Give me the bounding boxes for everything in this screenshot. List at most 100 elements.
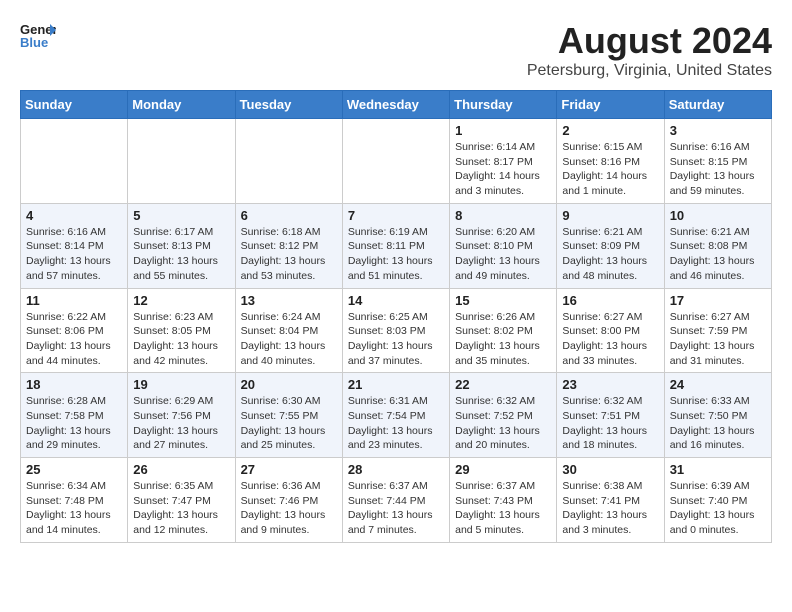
day-detail: Sunrise: 6:26 AM Sunset: 8:02 PM Dayligh…	[455, 310, 551, 369]
day-number: 9	[562, 208, 658, 223]
day-cell: 14Sunrise: 6:25 AM Sunset: 8:03 PM Dayli…	[342, 288, 449, 373]
day-detail: Sunrise: 6:21 AM Sunset: 8:09 PM Dayligh…	[562, 225, 658, 284]
day-detail: Sunrise: 6:35 AM Sunset: 7:47 PM Dayligh…	[133, 479, 229, 538]
day-detail: Sunrise: 6:24 AM Sunset: 8:04 PM Dayligh…	[241, 310, 337, 369]
day-number: 5	[133, 208, 229, 223]
day-cell: 10 Sunrise: 6:21 AM Sunset: 8:08 PM Dayli…	[664, 203, 771, 288]
day-number: 25	[26, 462, 122, 477]
day-detail: Sunrise: 6:32 AM Sunset: 7:51 PM Dayligh…	[562, 394, 658, 453]
day-cell: 8 Sunrise: 6:20 AM Sunset: 8:10 PM Daylig…	[450, 203, 557, 288]
day-cell: 9 Sunrise: 6:21 AM Sunset: 8:09 PM Daylig…	[557, 203, 664, 288]
day-cell: 27Sunrise: 6:36 AM Sunset: 7:46 PM Dayli…	[235, 458, 342, 543]
logo: General Blue	[20, 20, 56, 50]
day-number: 8	[455, 208, 551, 223]
day-cell: 13 Sunrise: 6:24 AM Sunset: 8:04 PM Dayli…	[235, 288, 342, 373]
day-cell: 31Sunrise: 6:39 AM Sunset: 7:40 PM Dayli…	[664, 458, 771, 543]
day-detail: Sunrise: 6:28 AM Sunset: 7:58 PM Dayligh…	[26, 394, 122, 453]
weekday-thursday: Thursday	[450, 91, 557, 119]
day-cell: 2Sunrise: 6:15 AM Sunset: 8:16 PM Daylig…	[557, 119, 664, 204]
day-detail: Sunrise: 6:16 AM Sunset: 8:14 PM Dayligh…	[26, 225, 122, 284]
day-detail: Sunrise: 6:17 AM Sunset: 8:13 PM Dayligh…	[133, 225, 229, 284]
day-detail: Sunrise: 6:38 AM Sunset: 7:41 PM Dayligh…	[562, 479, 658, 538]
day-cell: 5 Sunrise: 6:17 AM Sunset: 8:13 PM Daylig…	[128, 203, 235, 288]
day-cell	[342, 119, 449, 204]
week-row-2: 4 Sunrise: 6:16 AM Sunset: 8:14 PM Daylig…	[21, 203, 772, 288]
day-number: 1	[455, 123, 551, 138]
day-number: 3	[670, 123, 766, 138]
day-number: 4	[26, 208, 122, 223]
day-detail: Sunrise: 6:25 AM Sunset: 8:03 PM Dayligh…	[348, 310, 444, 369]
day-number: 13	[241, 293, 337, 308]
day-cell: 25 Sunrise: 6:34 AM Sunset: 7:48 PM Dayli…	[21, 458, 128, 543]
day-detail: Sunrise: 6:16 AM Sunset: 8:15 PM Dayligh…	[670, 140, 766, 199]
day-detail: Sunrise: 6:15 AM Sunset: 8:16 PM Dayligh…	[562, 140, 658, 199]
day-cell: 26 Sunrise: 6:35 AM Sunset: 7:47 PM Dayli…	[128, 458, 235, 543]
logo-icon: General Blue	[20, 20, 56, 50]
day-detail: Sunrise: 6:37 AM Sunset: 7:43 PM Dayligh…	[455, 479, 551, 538]
day-cell: 16Sunrise: 6:27 AM Sunset: 8:00 PM Dayli…	[557, 288, 664, 373]
day-cell	[21, 119, 128, 204]
day-detail: Sunrise: 6:18 AM Sunset: 8:12 PM Dayligh…	[241, 225, 337, 284]
day-cell: 22 Sunrise: 6:32 AM Sunset: 7:52 PM Dayli…	[450, 373, 557, 458]
weekday-wednesday: Wednesday	[342, 91, 449, 119]
day-number: 7	[348, 208, 444, 223]
weekday-tuesday: Tuesday	[235, 91, 342, 119]
day-number: 18	[26, 377, 122, 392]
day-number: 16	[562, 293, 658, 308]
weekday-friday: Friday	[557, 91, 664, 119]
day-detail: Sunrise: 6:29 AM Sunset: 7:56 PM Dayligh…	[133, 394, 229, 453]
day-cell: 28Sunrise: 6:37 AM Sunset: 7:44 PM Dayli…	[342, 458, 449, 543]
weekday-sunday: Sunday	[21, 91, 128, 119]
day-number: 29	[455, 462, 551, 477]
day-detail: Sunrise: 6:19 AM Sunset: 8:11 PM Dayligh…	[348, 225, 444, 284]
day-detail: Sunrise: 6:30 AM Sunset: 7:55 PM Dayligh…	[241, 394, 337, 453]
day-cell: 23 Sunrise: 6:32 AM Sunset: 7:51 PM Dayli…	[557, 373, 664, 458]
day-cell	[235, 119, 342, 204]
day-detail: Sunrise: 6:33 AM Sunset: 7:50 PM Dayligh…	[670, 394, 766, 453]
day-number: 23	[562, 377, 658, 392]
day-cell	[128, 119, 235, 204]
day-detail: Sunrise: 6:32 AM Sunset: 7:52 PM Dayligh…	[455, 394, 551, 453]
day-cell: 29 Sunrise: 6:37 AM Sunset: 7:43 PM Dayli…	[450, 458, 557, 543]
day-cell: 20 Sunrise: 6:30 AM Sunset: 7:55 PM Dayli…	[235, 373, 342, 458]
week-row-5: 25 Sunrise: 6:34 AM Sunset: 7:48 PM Dayli…	[21, 458, 772, 543]
day-detail: Sunrise: 6:27 AM Sunset: 7:59 PM Dayligh…	[670, 310, 766, 369]
day-number: 22	[455, 377, 551, 392]
day-number: 20	[241, 377, 337, 392]
day-cell: 18 Sunrise: 6:28 AM Sunset: 7:58 PM Dayli…	[21, 373, 128, 458]
title-area: August 2024 Petersburg, Virginia, United…	[527, 20, 772, 80]
day-detail: Sunrise: 6:21 AM Sunset: 8:08 PM Dayligh…	[670, 225, 766, 284]
day-number: 26	[133, 462, 229, 477]
calendar-table: SundayMondayTuesdayWednesdayThursdayFrid…	[20, 90, 772, 543]
day-detail: Sunrise: 6:39 AM Sunset: 7:40 PM Dayligh…	[670, 479, 766, 538]
day-cell: 21Sunrise: 6:31 AM Sunset: 7:54 PM Dayli…	[342, 373, 449, 458]
day-number: 27	[241, 462, 337, 477]
weekday-saturday: Saturday	[664, 91, 771, 119]
day-detail: Sunrise: 6:34 AM Sunset: 7:48 PM Dayligh…	[26, 479, 122, 538]
day-detail: Sunrise: 6:20 AM Sunset: 8:10 PM Dayligh…	[455, 225, 551, 284]
day-number: 19	[133, 377, 229, 392]
day-cell: 30Sunrise: 6:38 AM Sunset: 7:41 PM Dayli…	[557, 458, 664, 543]
day-cell: 6 Sunrise: 6:18 AM Sunset: 8:12 PM Daylig…	[235, 203, 342, 288]
day-number: 11	[26, 293, 122, 308]
day-number: 21	[348, 377, 444, 392]
day-number: 10	[670, 208, 766, 223]
day-cell: 11 Sunrise: 6:22 AM Sunset: 8:06 PM Dayli…	[21, 288, 128, 373]
day-number: 6	[241, 208, 337, 223]
day-detail: Sunrise: 6:22 AM Sunset: 8:06 PM Dayligh…	[26, 310, 122, 369]
day-cell: 15 Sunrise: 6:26 AM Sunset: 8:02 PM Dayli…	[450, 288, 557, 373]
day-number: 17	[670, 293, 766, 308]
day-detail: Sunrise: 6:23 AM Sunset: 8:05 PM Dayligh…	[133, 310, 229, 369]
day-cell: 7 Sunrise: 6:19 AM Sunset: 8:11 PM Daylig…	[342, 203, 449, 288]
day-cell: 3 Sunrise: 6:16 AM Sunset: 8:15 PM Daylig…	[664, 119, 771, 204]
week-row-1: 1 Sunrise: 6:14 AM Sunset: 8:17 PM Daylig…	[21, 119, 772, 204]
weekday-monday: Monday	[128, 91, 235, 119]
weekday-header-row: SundayMondayTuesdayWednesdayThursdayFrid…	[21, 91, 772, 119]
page-header: General Blue August 2024 Petersburg, Vir…	[20, 20, 772, 80]
day-number: 15	[455, 293, 551, 308]
svg-text:Blue: Blue	[20, 35, 48, 50]
week-row-3: 11 Sunrise: 6:22 AM Sunset: 8:06 PM Dayli…	[21, 288, 772, 373]
day-detail: Sunrise: 6:37 AM Sunset: 7:44 PM Dayligh…	[348, 479, 444, 538]
day-number: 12	[133, 293, 229, 308]
day-detail: Sunrise: 6:14 AM Sunset: 8:17 PM Dayligh…	[455, 140, 551, 199]
